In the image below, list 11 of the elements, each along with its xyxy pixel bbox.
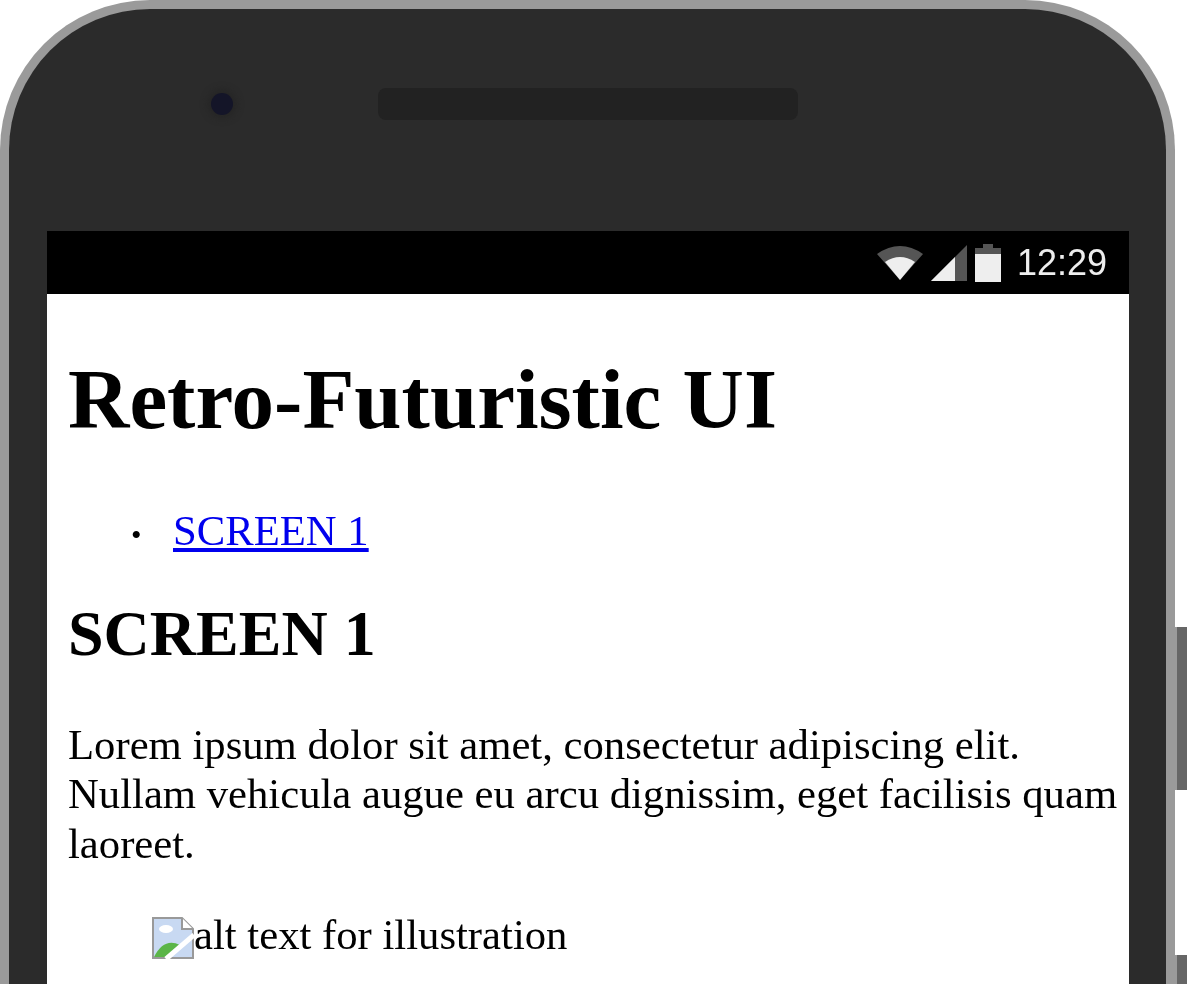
broken-image-icon — [152, 916, 194, 959]
page-title: Retro-Futuristic UI — [68, 351, 777, 448]
image-alt-text: alt text for illustration — [194, 909, 568, 959]
section-heading: SCREEN 1 — [68, 596, 376, 671]
nav-link[interactable]: SCREEN 1 — [173, 506, 369, 554]
wifi-icon — [876, 245, 923, 280]
signal-icon — [930, 244, 967, 281]
status-time: 12:29 — [1016, 241, 1107, 284]
battery-icon — [974, 243, 1001, 282]
list-bullet: • — [131, 517, 143, 552]
body-paragraph: Lorem ipsum dolor sit amet, consectetur adipiscing elit. Nullam vehicula augue eu arcu dignissim, eget facilisis quam laoreet. — [68, 720, 1119, 868]
